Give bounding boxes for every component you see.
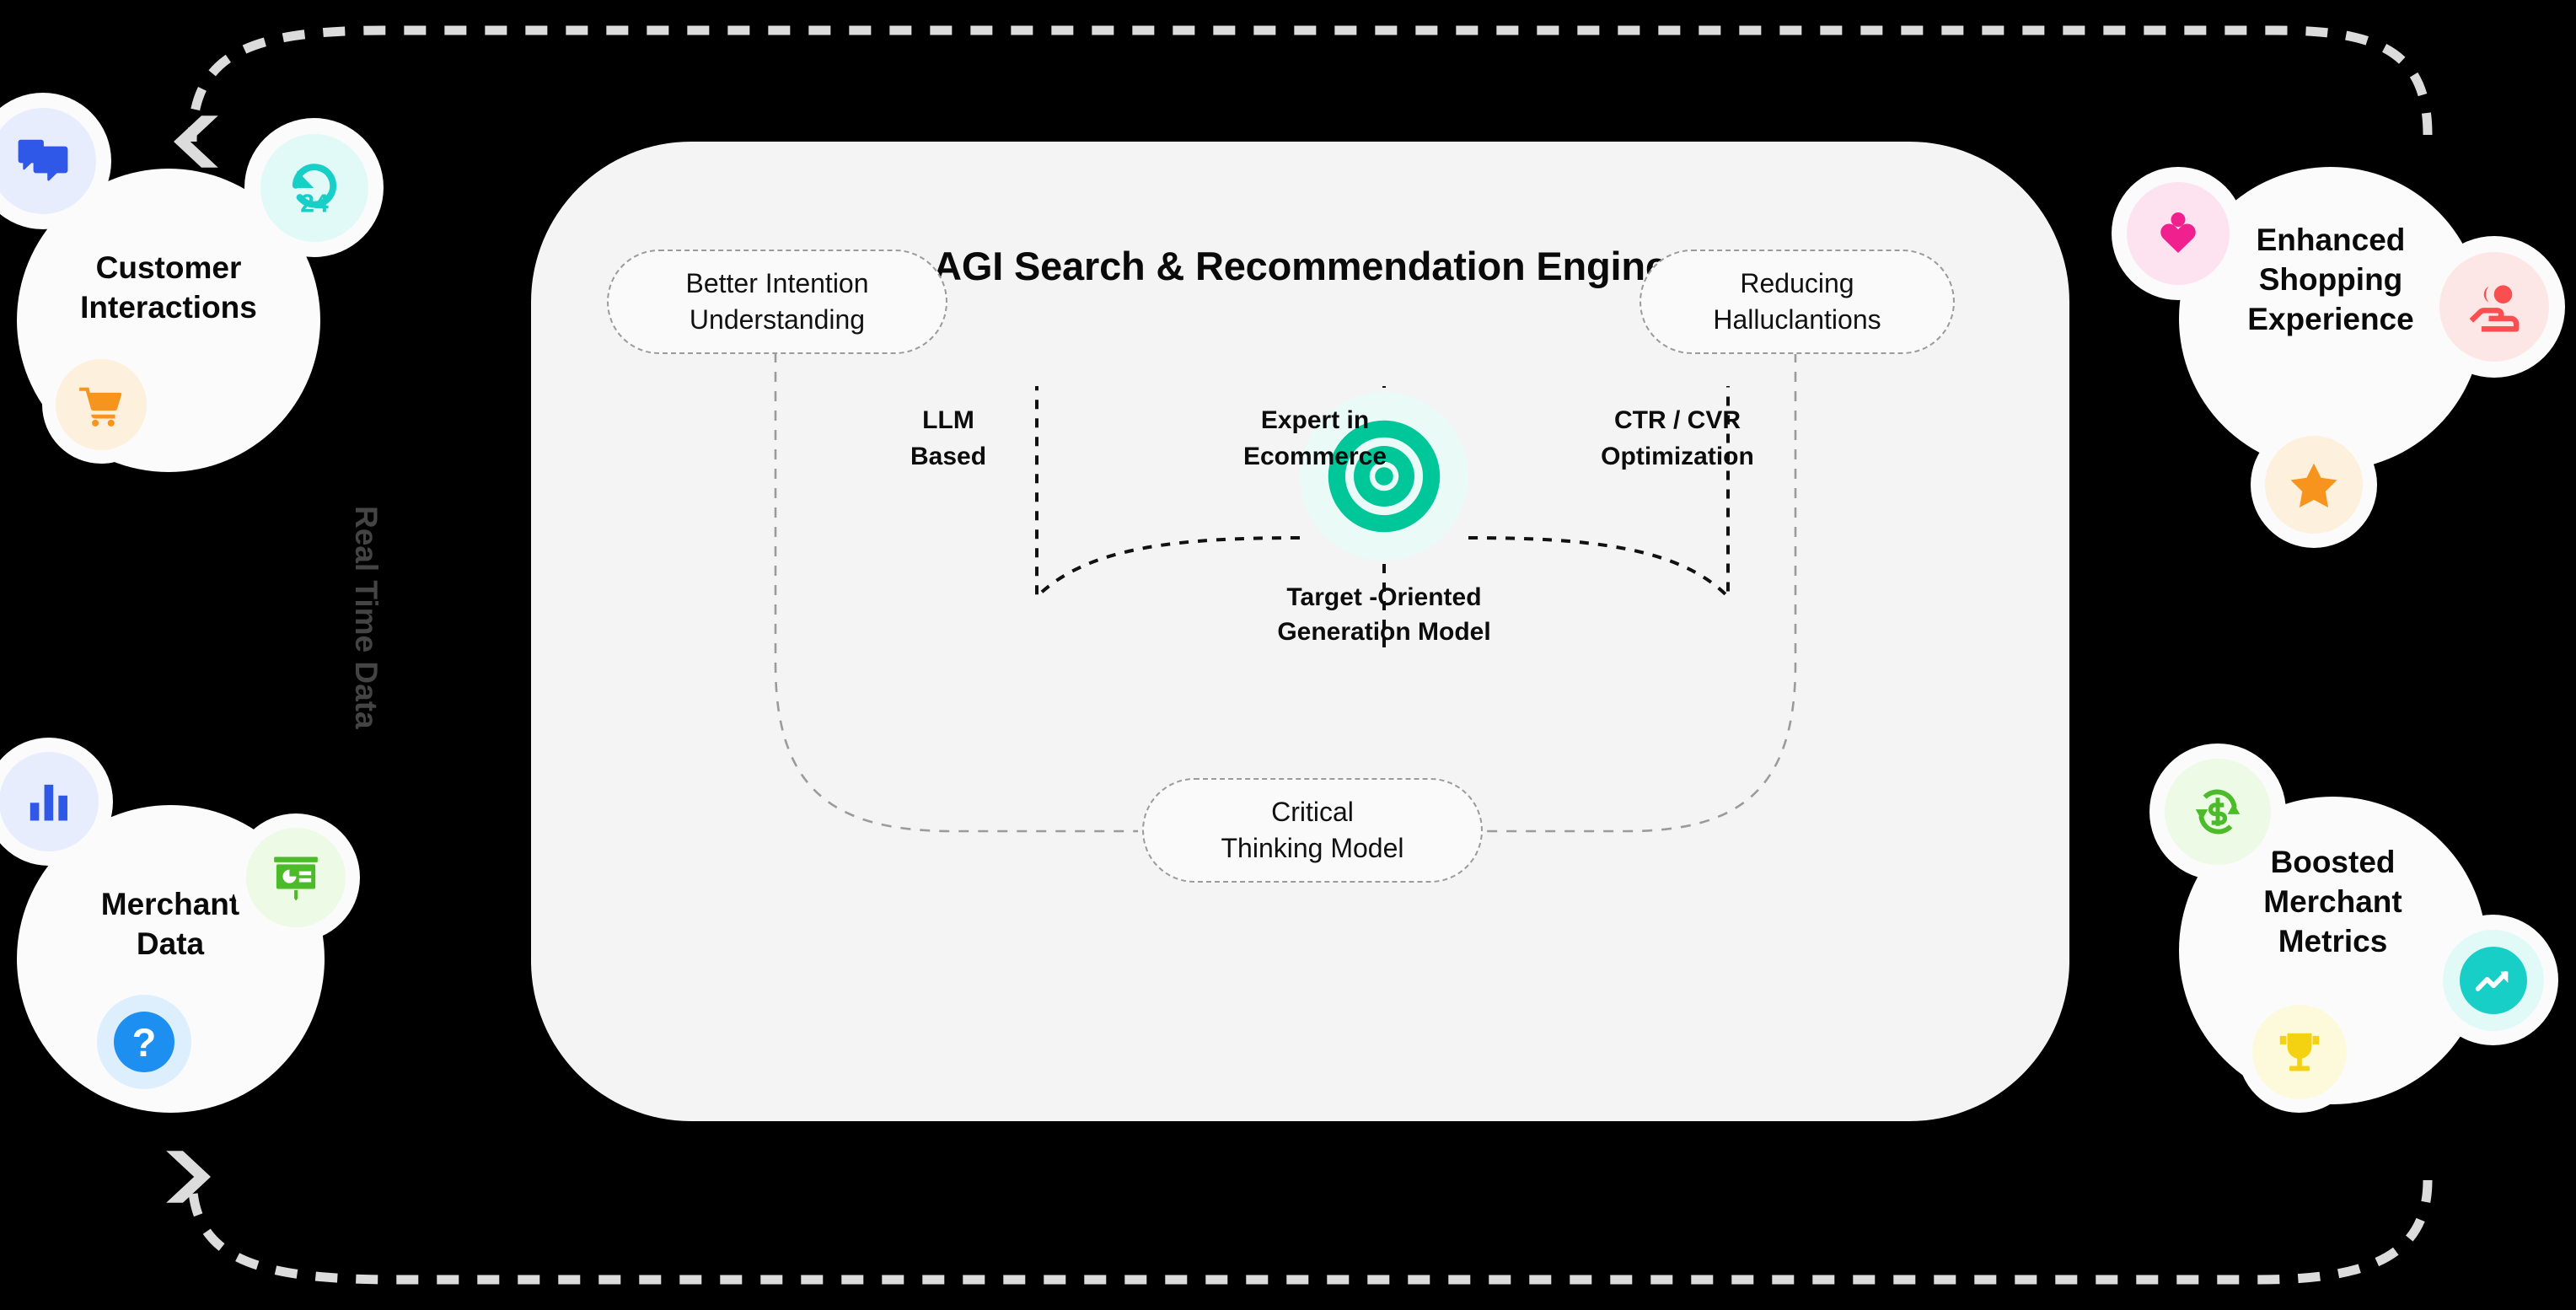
cluster-customer-interactions-line2: Interactions: [80, 289, 257, 325]
presentation-board-icon: [274, 856, 318, 901]
leaf-llm-based: LLM Based: [822, 403, 1075, 475]
leaf-ctr-cvr-line2: Optimization: [1601, 442, 1754, 470]
chip-person-heart[interactable]: [2112, 167, 2245, 300]
core-model-label-line2: Generation Model: [1277, 618, 1491, 647]
24h-support-icon: 24: [292, 163, 336, 217]
bar-chart-icon: [30, 784, 67, 821]
chip-presentation-board[interactable]: [232, 813, 360, 942]
chip-star[interactable]: [2251, 421, 2377, 548]
svg-text:24: 24: [300, 190, 329, 217]
cluster-boosted-merchant-metrics[interactable]: Boosted Merchant Metrics: [2116, 733, 2576, 1189]
pill-critical-thinking-line1: Critical: [1271, 796, 1354, 827]
shopping-cart-icon: [79, 387, 122, 427]
trophy-icon: [2279, 1033, 2319, 1071]
pill-better-intention-line2: Understanding: [689, 304, 866, 335]
chip-money-refresh[interactable]: [2149, 744, 2286, 880]
cluster-customer-interactions-label: Customer Interactions: [8, 249, 329, 328]
trend-up-icon: [2459, 946, 2527, 1014]
core-model-label: Target -Oriented Generation Model: [1131, 580, 1637, 650]
question-mark-icon: ?: [114, 1012, 174, 1072]
pill-better-intention-line1: Better Intention: [685, 267, 869, 298]
chip-trophy[interactable]: [2238, 991, 2360, 1113]
person-heart-icon: [2160, 212, 2196, 253]
cluster-customer-interactions-line1: Customer: [95, 250, 242, 285]
leaf-expert-ecommerce: Expert in Ecommerce: [1189, 403, 1441, 475]
pill-reducing-hallucinations[interactable]: Reducing Halluclantions: [1640, 250, 1955, 354]
agi-engine-panel: AGI Search & Recommendation Engine Targe…: [531, 142, 2069, 1121]
pill-better-intention[interactable]: Better Intention Understanding: [607, 250, 947, 354]
cluster-boosted-metrics-line2: Merchant: [2263, 883, 2402, 919]
pill-reducing-hallucinations-line1: Reducing: [1740, 267, 1854, 298]
pill-critical-thinking-line2: Thinking Model: [1221, 833, 1404, 863]
leaf-expert-ecommerce-line2: Ecommerce: [1242, 442, 1387, 470]
leaf-ctr-cvr-line1: CTR / CVR: [1614, 406, 1741, 434]
diagram-canvas: Real Time Data AGI Search & Recommendati…: [0, 0, 2576, 1310]
chat-bubbles-icon: [18, 139, 68, 181]
customer-service-hand-icon: [2469, 285, 2520, 332]
cluster-merchant-data[interactable]: Merchant Data ?: [0, 733, 438, 1189]
chip-24h-support[interactable]: 24: [244, 118, 384, 257]
chip-shopping-cart[interactable]: [42, 346, 160, 464]
leaf-llm-based-line2: Based: [910, 442, 987, 470]
star-icon: [2290, 463, 2337, 507]
pill-reducing-hallucinations-line2: Halluclantions: [1713, 304, 1881, 335]
leaf-llm-based-line1: LLM: [922, 406, 974, 434]
money-refresh-icon: [2195, 789, 2241, 835]
cluster-customer-interactions[interactable]: Customer Interactions 24: [0, 93, 438, 531]
leaf-expert-ecommerce-line1: Expert in: [1260, 406, 1370, 434]
chip-customer-service-hand[interactable]: [2423, 236, 2565, 378]
chip-trend-up[interactable]: [2428, 915, 2558, 1045]
pill-critical-thinking-model[interactable]: Critical Thinking Model: [1142, 778, 1483, 883]
core-model-label-line1: Target -Oriented: [1286, 583, 1482, 611]
chip-question-mark[interactable]: ?: [84, 982, 204, 1102]
cluster-enhanced-shopping-experience[interactable]: Enhanced Shopping Experience: [2099, 152, 2576, 590]
leaf-ctr-cvr-optimization: CTR / CVR Optimization: [1551, 403, 1804, 475]
